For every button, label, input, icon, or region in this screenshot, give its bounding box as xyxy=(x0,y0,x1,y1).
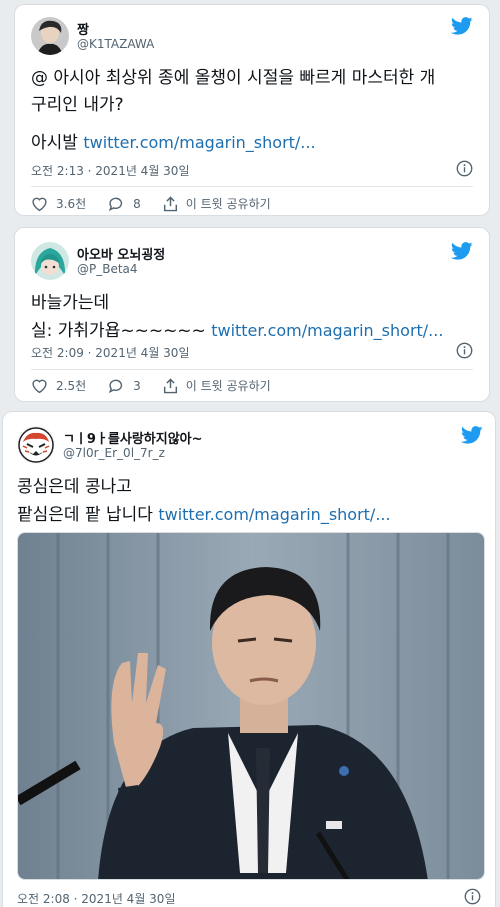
avatar[interactable] xyxy=(17,426,55,464)
user-handle[interactable]: @P_Beta4 xyxy=(77,262,138,276)
share-button[interactable]: 이 트윗 공유하기 xyxy=(163,377,271,394)
reply-icon xyxy=(108,379,123,393)
reply-count: 3 xyxy=(133,378,141,393)
avatar[interactable] xyxy=(31,17,69,55)
twitter-bird-icon[interactable] xyxy=(461,426,483,444)
share-button[interactable]: 이 트윗 공유하기 xyxy=(163,195,271,212)
tweet-text-suffix: 아시발 xyxy=(31,133,84,153)
like-button[interactable]: 2.5천 xyxy=(31,377,86,394)
reply-count: 8 xyxy=(133,196,141,211)
twitter-bird-icon[interactable] xyxy=(451,17,473,35)
reply-icon xyxy=(108,197,123,211)
user-handle[interactable]: @K1TAZAWA xyxy=(77,37,154,51)
heart-icon xyxy=(32,197,47,211)
tweet-header: 짱 @K1TAZAWA xyxy=(31,15,473,59)
divider xyxy=(31,186,473,187)
info-icon[interactable] xyxy=(464,888,481,905)
info-icon[interactable] xyxy=(456,342,473,359)
like-count: 3.6천 xyxy=(56,197,87,211)
tweet-timestamp[interactable]: 오전 2:09 · 2021년 4월 30일 xyxy=(31,344,189,361)
like-count: 2.5천 xyxy=(56,379,87,393)
tweet-text: 바늘가는데 실: 가취가욥~~~~~~ twitter.com/magarin_… xyxy=(31,290,473,345)
tweet-text-line: 아시발 twitter.com/magarin_short/... xyxy=(31,129,473,157)
share-label: 이 트윗 공유하기 xyxy=(185,379,271,393)
tweet-card-1[interactable]: 짱 @K1TAZAWA @ 아시아 최상위 종에 올챙이 시절을 빠르게 마스터… xyxy=(14,4,490,216)
tweet-text: 콩심은데 콩나고 팥심은데 팥 납니다 twitter.com/magarin_… xyxy=(17,474,479,529)
photo-image xyxy=(18,533,484,879)
info-icon[interactable] xyxy=(456,160,473,177)
share-icon xyxy=(163,195,177,211)
divider xyxy=(31,369,473,370)
tweet-header: 아오바 오뇌굉정 @P_Beta4 xyxy=(31,240,473,284)
display-name[interactable]: ㄱㅣ9ㅏ를사랑하지않아~ xyxy=(63,428,203,447)
reply-button[interactable]: 3 xyxy=(108,378,141,394)
display-name[interactable]: 짱 xyxy=(77,19,89,38)
reply-button[interactable]: 8 xyxy=(108,196,141,212)
avatar[interactable] xyxy=(31,242,69,280)
tweet-actions: 3.6천 8 이 트윗 공유하기 xyxy=(31,195,293,212)
tweet-text: @ 아시아 최상위 종에 올챙이 시절을 빠르게 마스터한 개 구리인 내가? xyxy=(31,68,436,115)
tweet-timestamp[interactable]: 오전 2:08 · 2021년 4월 30일 xyxy=(17,890,175,907)
tweet-header: ㄱㅣ9ㅏ를사랑하지않아~ @7l0r_Er_0l_7r_z xyxy=(17,424,483,468)
share-icon xyxy=(163,377,177,393)
tweet-timestamp[interactable]: 오전 2:13 · 2021년 4월 30일 xyxy=(31,162,189,179)
tweet-card-2[interactable]: 아오바 오뇌굉정 @P_Beta4 바늘가는데 실: 가취가욥~~~~~~ tw… xyxy=(14,227,490,402)
twitter-bird-icon[interactable] xyxy=(451,242,473,260)
user-handle[interactable]: @7l0r_Er_0l_7r_z xyxy=(63,446,165,460)
heart-icon xyxy=(32,379,47,393)
tweet-card-3[interactable]: ㄱㅣ9ㅏ를사랑하지않아~ @7l0r_Er_0l_7r_z 콩심은데 콩나고 팥… xyxy=(2,411,496,907)
display-name[interactable]: 아오바 오뇌굉정 xyxy=(77,244,165,263)
like-button[interactable]: 3.6천 xyxy=(31,195,86,212)
tweet-actions: 2.5천 3 이 트윗 공유하기 xyxy=(31,377,293,394)
tweet-link[interactable]: twitter.com/magarin_short/... xyxy=(211,321,443,340)
tweet-photo[interactable] xyxy=(17,532,485,880)
share-label: 이 트윗 공유하기 xyxy=(185,197,271,211)
tweet-link[interactable]: twitter.com/magarin_short/... xyxy=(83,133,315,152)
tweet-text-body: 콩심은데 콩나고 팥심은데 팥 납니다 xyxy=(17,477,153,525)
tweet-link[interactable]: twitter.com/magarin_short/... xyxy=(158,505,390,524)
tweet-text-body: 바늘가는데 실: 가취가욥~~~~~~ xyxy=(31,293,206,341)
